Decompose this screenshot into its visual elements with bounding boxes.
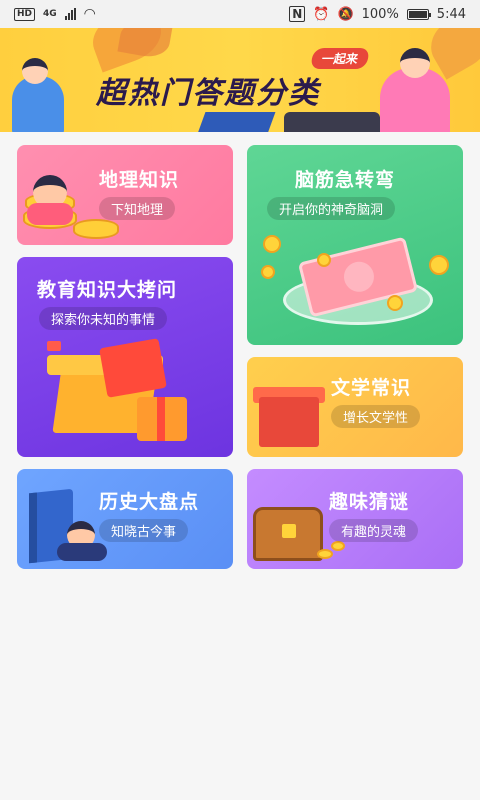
card-subtitle: 增长文学性 bbox=[331, 405, 421, 428]
coin-icon bbox=[429, 255, 449, 275]
book-illustration bbox=[194, 112, 276, 132]
category-card-riddles[interactable]: 趣味猜谜 有趣的灵魂 bbox=[247, 469, 463, 569]
category-card-geography[interactable]: 地理知识 下知地理 bbox=[17, 145, 233, 245]
mute-icon: 🔕 bbox=[337, 6, 354, 22]
status-left: HD 4G ◠ bbox=[14, 6, 96, 22]
category-card-brain-teaser[interactable]: 脑筋急转弯 开启你的神奇脑洞 bbox=[247, 145, 463, 345]
card-subtitle: 下知地理 bbox=[99, 197, 176, 220]
card-subtitle: 知晓古今事 bbox=[99, 519, 189, 542]
card-title: 文学常识 bbox=[331, 377, 412, 399]
hero-banner: 一起来 超热门答题分类 bbox=[0, 28, 480, 132]
coin-icon bbox=[387, 295, 403, 311]
student-illustration bbox=[12, 76, 64, 132]
girl-body-icon bbox=[27, 203, 73, 225]
red-envelope-icon bbox=[47, 341, 61, 351]
card-title: 地理知识 bbox=[99, 169, 180, 191]
red-envelope-icon bbox=[99, 338, 167, 398]
card-title: 教育知识大拷问 bbox=[37, 279, 178, 301]
wifi-icon: ◠ bbox=[83, 6, 96, 22]
card-title: 历史大盘点 bbox=[99, 491, 200, 513]
card-subtitle: 有趣的灵魂 bbox=[329, 519, 419, 542]
card-subtitle: 开启你的神奇脑洞 bbox=[267, 197, 396, 220]
category-card-history[interactable]: 历史大盘点 知晓古今事 bbox=[17, 469, 233, 569]
category-card-literature[interactable]: 文学常识 增长文学性 bbox=[247, 357, 463, 457]
battery-icon bbox=[406, 8, 431, 20]
status-bar: HD 4G ◠ N ⏰ 🔕 100% 5:44 bbox=[0, 0, 480, 28]
coin-icon bbox=[317, 549, 333, 559]
signal-icon bbox=[64, 8, 76, 20]
coin-icon bbox=[263, 235, 281, 253]
coin-stack-icon bbox=[73, 219, 119, 239]
coin-icon bbox=[261, 265, 275, 279]
banner-title: 超热门答题分类 bbox=[96, 76, 320, 111]
card-subtitle: 探索你未知的事情 bbox=[39, 307, 168, 330]
student-head bbox=[22, 58, 48, 84]
reading-kid-body-icon bbox=[57, 543, 107, 561]
nfc-icon: N bbox=[289, 6, 306, 22]
laptop-illustration bbox=[284, 112, 380, 132]
coin-icon bbox=[331, 541, 345, 551]
gift-box-small-icon bbox=[137, 397, 187, 441]
status-right: N ⏰ 🔕 100% 5:44 bbox=[289, 6, 466, 22]
card-title: 趣味猜谜 bbox=[329, 491, 410, 513]
banner-tag: 一起来 bbox=[309, 48, 371, 69]
girl-head bbox=[400, 48, 430, 78]
category-card-education[interactable]: 教育知识大拷问 探索你未知的事情 bbox=[17, 257, 233, 457]
card-title: 脑筋急转弯 bbox=[295, 169, 396, 191]
alarm-icon: ⏰ bbox=[313, 6, 330, 22]
coin-icon bbox=[317, 253, 331, 267]
treasure-chest-icon bbox=[253, 507, 323, 561]
clock: 5:44 bbox=[436, 6, 466, 22]
network-type: 4G bbox=[43, 9, 57, 19]
battery-percent: 100% bbox=[361, 6, 399, 22]
gift-box-icon bbox=[259, 397, 319, 447]
hd-badge: HD bbox=[14, 7, 36, 21]
